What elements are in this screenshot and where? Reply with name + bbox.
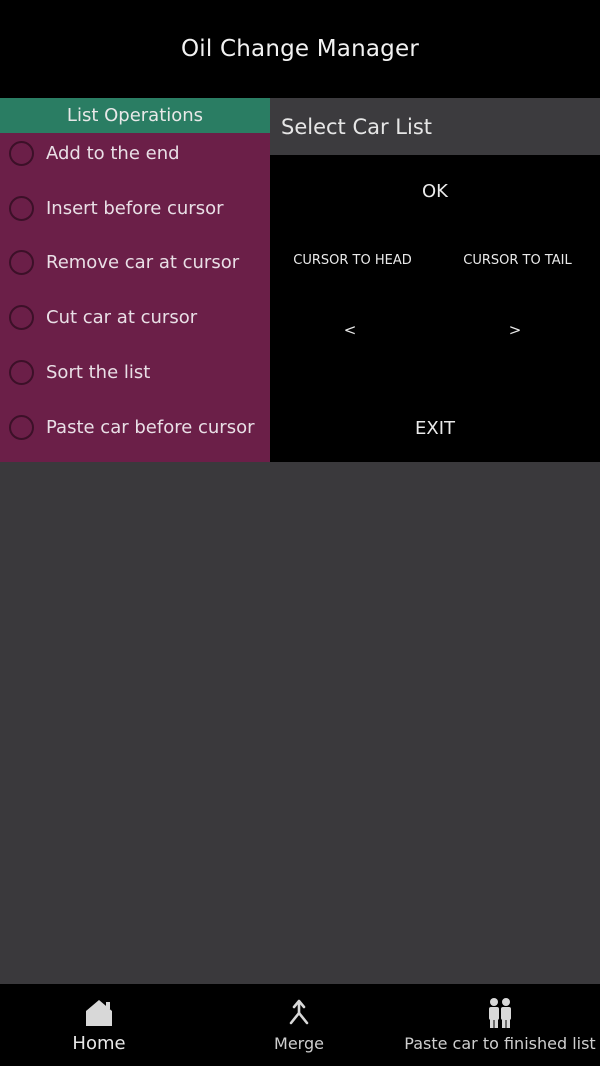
ok-button[interactable]: OK: [390, 176, 480, 206]
select-car-list-label: Select Car List: [281, 114, 433, 139]
radio-label: Insert before cursor: [46, 197, 224, 219]
radio-button[interactable]: [9, 414, 34, 440]
nav-paste-to-finished[interactable]: Paste car to finished list: [400, 984, 600, 1066]
exit-button[interactable]: EXIT: [390, 413, 480, 443]
radio-button[interactable]: [9, 360, 34, 386]
app-root: Oil Change Manager List Operations Add t…: [0, 0, 600, 1066]
app-title: Oil Change Manager: [181, 36, 419, 62]
home-icon: [84, 996, 114, 1030]
nav-home[interactable]: Home: [38, 984, 160, 1066]
radio-label: Add to the end: [46, 142, 180, 164]
car-list-panel: Select Car List OK CURSOR TO HEAD CURSOR…: [270, 98, 600, 462]
radio-label: Paste car before cursor: [46, 416, 255, 438]
list-operations-radio-group: Add to the end Insert before cursor Remo…: [0, 126, 270, 455]
bottom-navigation: Home Merge Paste car to finished list: [0, 984, 600, 1066]
nav-home-label: Home: [72, 1033, 126, 1054]
nav-paste-label: Paste car to finished list: [404, 1034, 596, 1053]
list-operations-title: List Operations: [66, 105, 204, 126]
radio-insert-before-cursor[interactable]: Insert before cursor: [0, 181, 270, 236]
radio-sort-the-list[interactable]: Sort the list: [0, 345, 270, 400]
nav-merge[interactable]: Merge: [249, 984, 349, 1066]
nav-merge-label: Merge: [274, 1034, 324, 1053]
select-car-list-dropdown[interactable]: Select Car List: [270, 98, 600, 155]
radio-button[interactable]: [9, 195, 34, 221]
radio-paste-car-before-cursor[interactable]: Paste car before cursor: [0, 400, 270, 455]
radio-label: Cut car at cursor: [46, 307, 198, 329]
radio-label: Sort the list: [46, 362, 151, 384]
cursor-next-button[interactable]: >: [485, 318, 545, 342]
radio-button[interactable]: [9, 140, 34, 166]
merge-icon: [287, 996, 311, 1030]
radio-button[interactable]: [9, 250, 34, 276]
app-title-bar: Oil Change Manager: [0, 0, 600, 98]
people-icon: [485, 996, 515, 1030]
radio-cut-car-at-cursor[interactable]: Cut car at cursor: [0, 290, 270, 345]
radio-button[interactable]: [9, 305, 34, 331]
cursor-prev-button[interactable]: <: [320, 318, 380, 342]
cursor-to-head-button[interactable]: CURSOR TO HEAD: [280, 248, 425, 272]
radio-remove-car-at-cursor[interactable]: Remove car at cursor: [0, 236, 270, 291]
list-operations-panel: List Operations Add to the end Insert be…: [0, 98, 270, 462]
radio-label: Remove car at cursor: [46, 252, 240, 274]
radio-add-to-end[interactable]: Add to the end: [0, 126, 270, 181]
cursor-to-tail-button[interactable]: CURSOR TO TAIL: [445, 248, 590, 272]
